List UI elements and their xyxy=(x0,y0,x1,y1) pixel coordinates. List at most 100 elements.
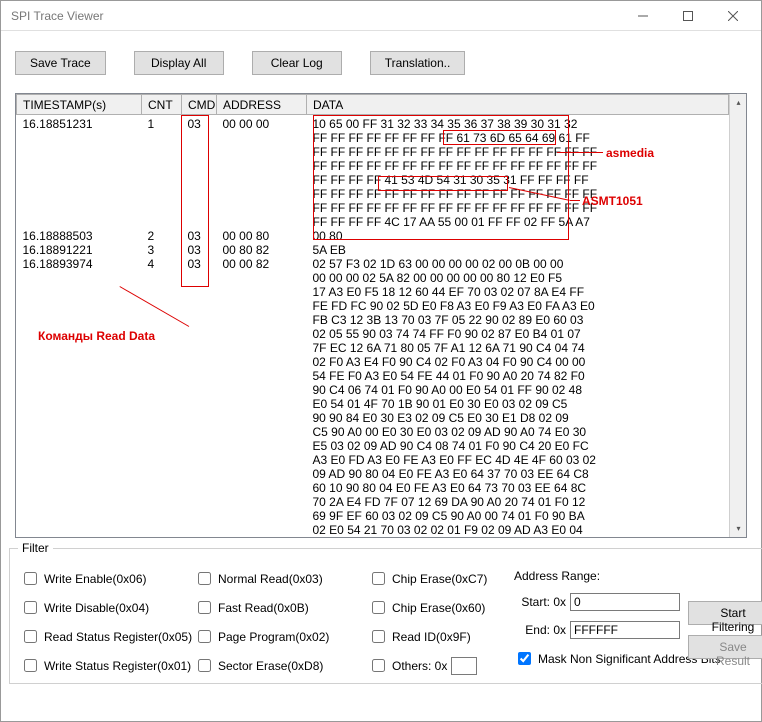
chk-chip-erase-60[interactable]: Chip Erase(0x60) xyxy=(368,598,508,617)
table-row[interactable]: FF FF FF FF 4C 17 AA 55 00 01 FF FF 02 F… xyxy=(17,215,729,229)
cell-ts xyxy=(17,271,142,285)
cell-data: FF FF FF FF FF FF FF FF FF FF FF FF FF F… xyxy=(307,159,729,173)
cell-cnt xyxy=(142,299,182,313)
cell-ts xyxy=(17,299,142,313)
cell-ts xyxy=(17,327,142,341)
table-row[interactable]: 60 10 90 80 04 E0 FE A3 E0 64 73 70 03 E… xyxy=(17,481,729,495)
cell-cmd xyxy=(182,215,217,229)
cell-ts xyxy=(17,453,142,467)
chk-read-status[interactable]: Read Status Register(0x05) xyxy=(20,627,188,646)
cell-data: A3 E0 FD A3 E0 FE A3 E0 FF EC 4D 4E 4F 6… xyxy=(307,453,729,467)
end-input[interactable] xyxy=(570,621,680,639)
cell-ts xyxy=(17,495,142,509)
display-all-button[interactable]: Display All xyxy=(134,51,224,75)
cell-cnt xyxy=(142,145,182,159)
table-row[interactable]: 09 AD 90 80 04 E0 FE A3 E0 64 37 70 03 E… xyxy=(17,467,729,481)
filter-legend: Filter xyxy=(18,541,53,555)
table-row[interactable]: 16.1889122130300 80 825A EB xyxy=(17,243,729,257)
chk-chip-erase-c7[interactable]: Chip Erase(0xC7) xyxy=(368,569,508,588)
cell-ts: 16.18893974 xyxy=(17,257,142,271)
col-data[interactable]: DATA xyxy=(307,95,729,115)
table-row[interactable]: 02 F0 A3 E4 F0 90 C4 02 F0 A3 04 F0 90 C… xyxy=(17,355,729,369)
scroll-down-icon[interactable]: ▾ xyxy=(730,520,747,537)
cell-cnt xyxy=(142,187,182,201)
chk-write-disable[interactable]: Write Disable(0x04) xyxy=(20,598,188,617)
cell-ts: 16.18891221 xyxy=(17,243,142,257)
cell-data: FF FF FF FF FF FF FF FF 61 73 6D 65 64 6… xyxy=(307,131,729,145)
cell-data: 02 57 F3 02 1D 63 00 00 00 00 02 00 0B 0… xyxy=(307,257,729,271)
cell-addr: 00 00 00 xyxy=(217,115,307,132)
table-row[interactable]: FF FF FF FF FF FF FF FF FF FF FF FF FF F… xyxy=(17,159,729,173)
cell-data: 02 E0 54 21 70 03 02 02 01 F9 02 09 AD A… xyxy=(307,523,729,537)
start-filtering-button[interactable]: Start Filtering xyxy=(688,601,762,625)
table-row[interactable]: FF FF FF FF FF FF FF FF FF FF FF FF FF F… xyxy=(17,145,729,159)
cell-addr xyxy=(217,341,307,355)
table-row[interactable]: 69 9F EF 60 03 02 09 C5 90 A0 00 74 01 F… xyxy=(17,509,729,523)
minimize-button[interactable] xyxy=(620,1,665,30)
cell-cnt xyxy=(142,215,182,229)
cell-addr xyxy=(217,313,307,327)
cell-data: 90 C4 06 74 01 F0 90 A0 00 E0 54 01 FF 9… xyxy=(307,383,729,397)
others-input[interactable] xyxy=(451,657,477,675)
cell-cmd xyxy=(182,131,217,145)
chk-normal-read[interactable]: Normal Read(0x03) xyxy=(194,569,362,588)
filter-group: Filter Write Enable(0x06) Write Disable(… xyxy=(9,548,762,684)
chk-mask[interactable]: Mask Non Significant Address Bits xyxy=(514,649,682,668)
table-row[interactable]: 90 90 84 E0 30 E3 02 09 C5 E0 30 E1 D8 0… xyxy=(17,411,729,425)
table-row[interactable]: 70 2A E4 FD 7F 07 12 69 DA 90 A0 20 74 0… xyxy=(17,495,729,509)
table-row[interactable]: C5 90 A0 00 E0 30 E0 03 02 09 AD 90 A0 7… xyxy=(17,425,729,439)
table-row[interactable]: 7F EC 12 6A 71 80 05 7F A1 12 6A 71 90 C… xyxy=(17,341,729,355)
table-row[interactable]: 16.1885123110300 00 0010 65 00 FF 31 32 … xyxy=(17,115,729,132)
chk-sector-erase[interactable]: Sector Erase(0xD8) xyxy=(194,656,362,675)
cell-cnt xyxy=(142,131,182,145)
table-row[interactable]: FF FF FF FF FF FF FF FF FF FF FF FF FF F… xyxy=(17,187,729,201)
table-row[interactable]: 02 E0 54 21 70 03 02 02 01 F9 02 09 AD A… xyxy=(17,523,729,537)
table-row[interactable]: FF FF FF FF 41 53 4D 54 31 30 35 31 FF F… xyxy=(17,173,729,187)
table-row[interactable]: FE FD FC 90 02 5D E0 F8 A3 E0 F9 A3 E0 F… xyxy=(17,299,729,313)
col-cnt[interactable]: CNT xyxy=(142,95,182,115)
cell-ts xyxy=(17,215,142,229)
col-address[interactable]: ADDRESS xyxy=(217,95,307,115)
table-row[interactable]: 16.1888850320300 00 8000 80 xyxy=(17,229,729,243)
table-row[interactable]: A3 E0 FD A3 E0 FE A3 E0 FF EC 4D 4E 4F 6… xyxy=(17,453,729,467)
cell-ts xyxy=(17,425,142,439)
start-input[interactable] xyxy=(570,593,680,611)
cell-data: 00 00 00 02 5A 82 00 00 00 00 00 80 12 E… xyxy=(307,271,729,285)
table-row[interactable]: 17 A3 E0 F5 18 12 60 44 EF 70 03 02 07 8… xyxy=(17,285,729,299)
close-button[interactable] xyxy=(710,1,755,30)
maximize-button[interactable] xyxy=(665,1,710,30)
cell-cnt xyxy=(142,285,182,299)
cell-data: 5A EB xyxy=(307,243,729,257)
scroll-up-icon[interactable]: ▴ xyxy=(730,94,747,111)
cell-cmd xyxy=(182,383,217,397)
table-row[interactable]: 02 05 55 90 03 74 74 FF F0 90 02 87 E0 B… xyxy=(17,327,729,341)
save-result-button[interactable]: Save Result xyxy=(688,635,762,659)
table-row[interactable]: 00 00 00 02 5A 82 00 00 00 00 00 80 12 E… xyxy=(17,271,729,285)
table-row[interactable]: E5 03 02 09 AD 90 C4 08 74 01 F0 90 C4 2… xyxy=(17,439,729,453)
table-row[interactable]: FF FF FF FF FF FF FF FF FF FF FF FF FF F… xyxy=(17,201,729,215)
save-trace-button[interactable]: Save Trace xyxy=(15,51,106,75)
table-row[interactable]: 90 C4 06 74 01 F0 90 A0 00 E0 54 01 FF 9… xyxy=(17,383,729,397)
col-timestamp[interactable]: TIMESTAMP(s) xyxy=(17,95,142,115)
cell-data: 7F EC 12 6A 71 80 05 7F A1 12 6A 71 90 C… xyxy=(307,341,729,355)
chk-page-program[interactable]: Page Program(0x02) xyxy=(194,627,362,646)
cell-cnt xyxy=(142,523,182,537)
table-row[interactable]: 54 FE F0 A3 E0 54 FE 44 01 F0 90 A0 20 7… xyxy=(17,369,729,383)
table-row[interactable]: 16.1889397440300 00 8202 57 F3 02 1D 63 … xyxy=(17,257,729,271)
table-row[interactable]: FF FF FF FF FF FF FF FF 61 73 6D 65 64 6… xyxy=(17,131,729,145)
chk-others[interactable]: Others: 0x xyxy=(368,656,447,675)
chk-write-enable[interactable]: Write Enable(0x06) xyxy=(20,569,188,588)
chk-write-status[interactable]: Write Status Register(0x01) xyxy=(20,656,188,675)
col-cmd[interactable]: CMD xyxy=(182,95,217,115)
chk-read-id[interactable]: Read ID(0x9F) xyxy=(368,627,508,646)
vertical-scrollbar[interactable]: ▴ ▾ xyxy=(729,94,746,537)
cell-data: FF FF FF FF 4C 17 AA 55 00 01 FF FF 02 F… xyxy=(307,215,729,229)
clear-log-button[interactable]: Clear Log xyxy=(252,51,342,75)
cell-data: 17 A3 E0 F5 18 12 60 44 EF 70 03 02 07 8… xyxy=(307,285,729,299)
cell-cnt: 1 xyxy=(142,115,182,132)
chk-fast-read[interactable]: Fast Read(0x0B) xyxy=(194,598,362,617)
cell-cmd: 03 xyxy=(182,115,217,132)
table-row[interactable]: E0 54 01 4F 70 1B 90 01 E0 30 E0 03 02 0… xyxy=(17,397,729,411)
translation-button[interactable]: Translation.. xyxy=(370,51,466,75)
table-row[interactable]: FB C3 12 3B 13 70 03 7F 05 22 90 02 89 E… xyxy=(17,313,729,327)
